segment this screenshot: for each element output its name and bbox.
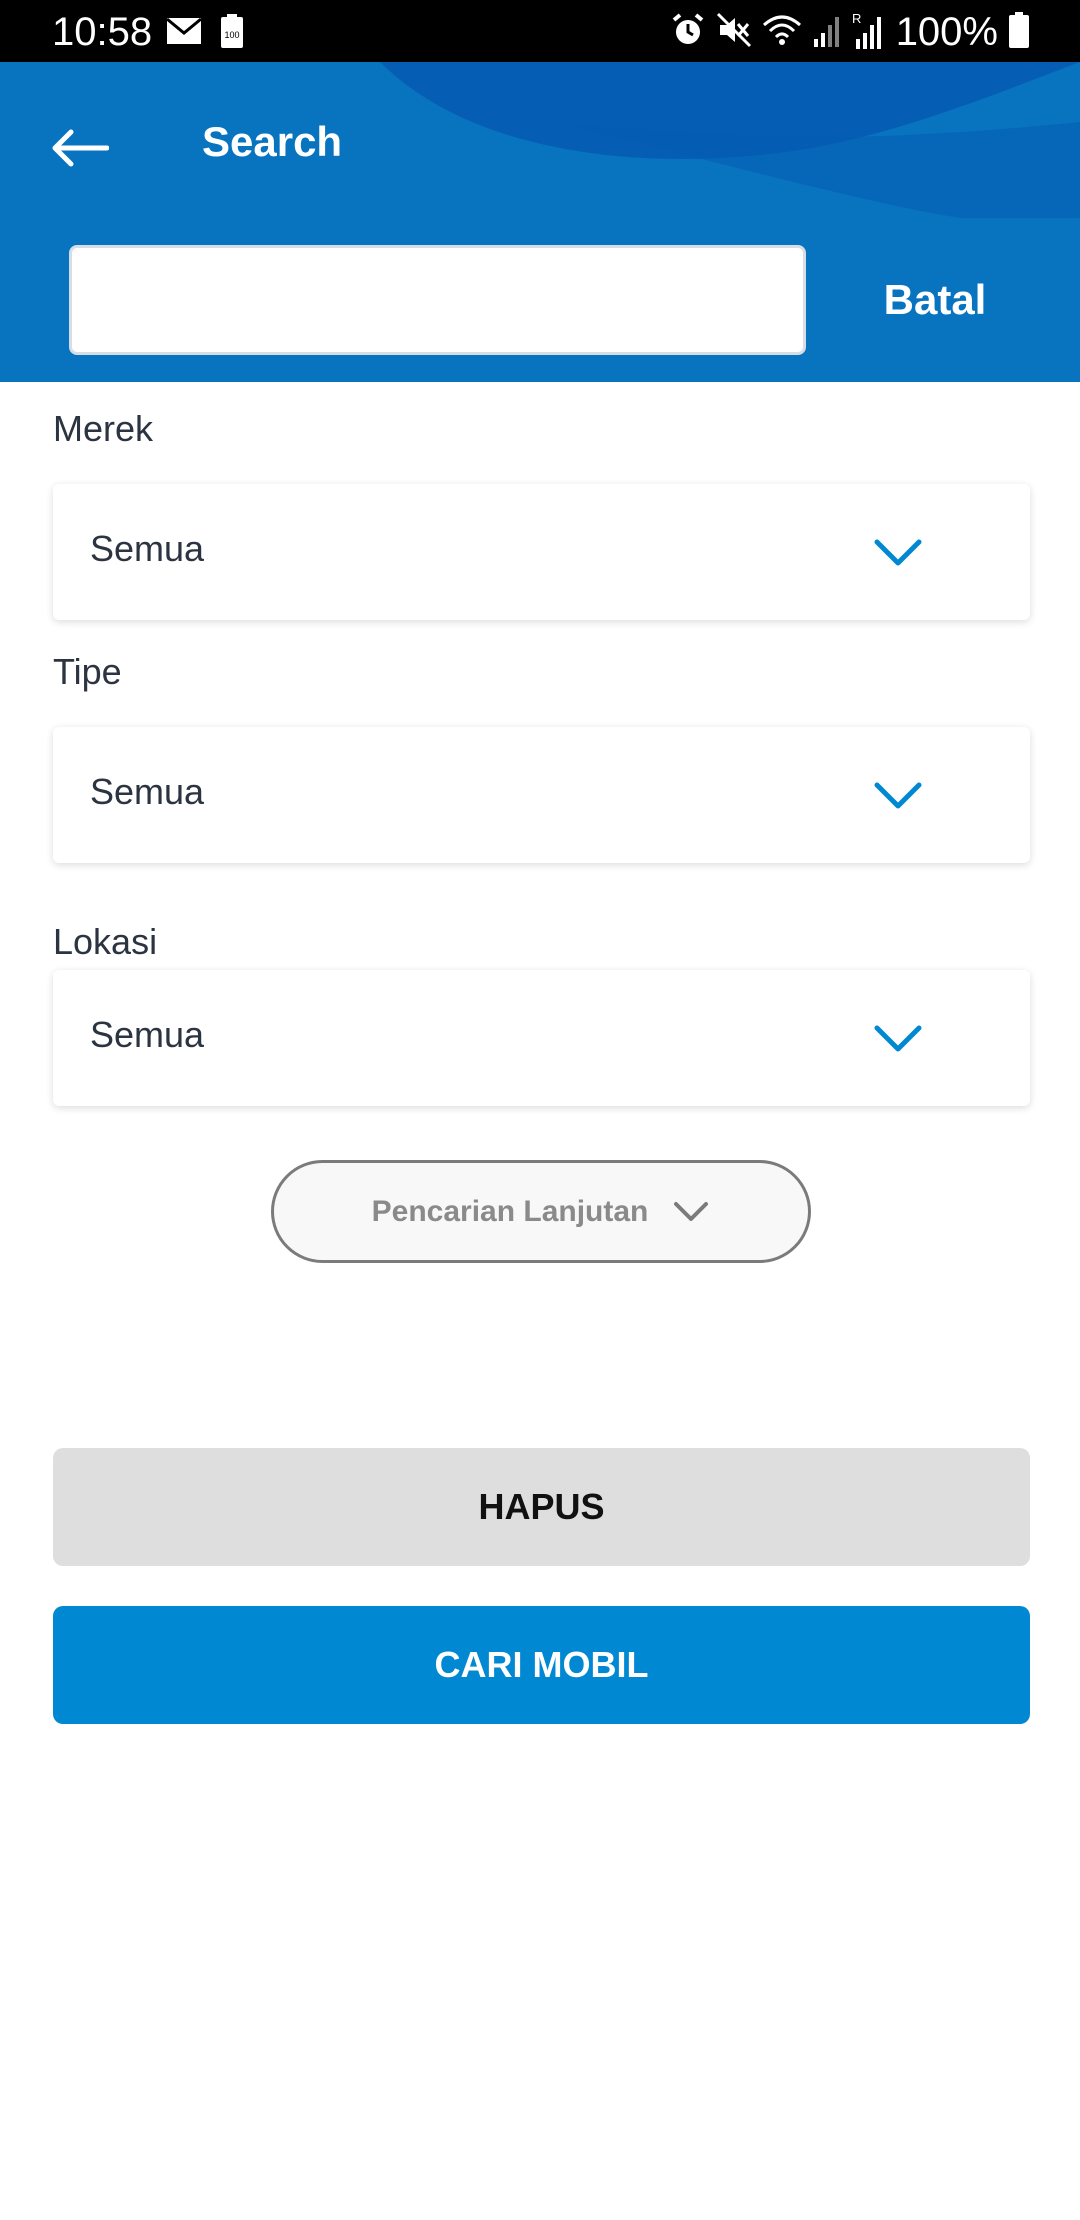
chevron-down-icon <box>874 1025 922 1052</box>
battery-percent: 100% <box>895 10 998 54</box>
select-tipe[interactable]: Semua <box>53 727 1030 863</box>
select-lokasi[interactable]: Semua <box>53 970 1030 1106</box>
arrow-left-icon <box>52 129 109 167</box>
battery-icon <box>1008 11 1030 53</box>
chevron-down-icon <box>874 782 922 809</box>
wifi-icon <box>762 13 802 52</box>
svg-text:R: R <box>852 11 861 26</box>
clear-button[interactable]: HAPUS <box>53 1448 1030 1566</box>
alarm-icon <box>670 12 706 53</box>
select-merek[interactable]: Semua <box>53 484 1030 620</box>
search-input[interactable] <box>69 245 806 355</box>
status-right-icons: R 100% <box>670 10 1030 54</box>
back-button[interactable] <box>40 108 120 188</box>
mail-icon <box>166 17 202 50</box>
search-car-button[interactable]: CARI MOBIL <box>53 1606 1030 1724</box>
advanced-search-button[interactable]: Pencarian Lanjutan <box>271 1160 811 1263</box>
svg-text:100: 100 <box>224 30 239 40</box>
cancel-button[interactable]: Batal <box>846 267 1024 333</box>
status-bar: 10:58 100 R 100% <box>0 0 1080 62</box>
status-time: 10:58 <box>52 10 153 54</box>
select-value: Semua <box>90 1014 205 1055</box>
mute-icon <box>716 12 752 53</box>
battery-saver-icon: 100 <box>220 14 244 53</box>
select-value: Semua <box>90 771 205 812</box>
field-label-tipe: Tipe <box>53 651 122 692</box>
chevron-down-icon <box>674 1201 709 1221</box>
chevron-down-icon <box>874 539 922 566</box>
field-label-merek: Merek <box>53 408 154 449</box>
page-title: Search <box>202 118 343 165</box>
advanced-search-label: Pencarian Lanjutan <box>371 1194 649 1228</box>
field-label-lokasi: Lokasi <box>53 921 158 962</box>
app-header: Search Batal <box>0 62 1080 382</box>
status-left-icons: 100 <box>166 14 244 53</box>
signal-icon <box>812 13 842 52</box>
roaming-signal-icon: R <box>852 11 886 54</box>
select-value: Semua <box>90 528 205 569</box>
